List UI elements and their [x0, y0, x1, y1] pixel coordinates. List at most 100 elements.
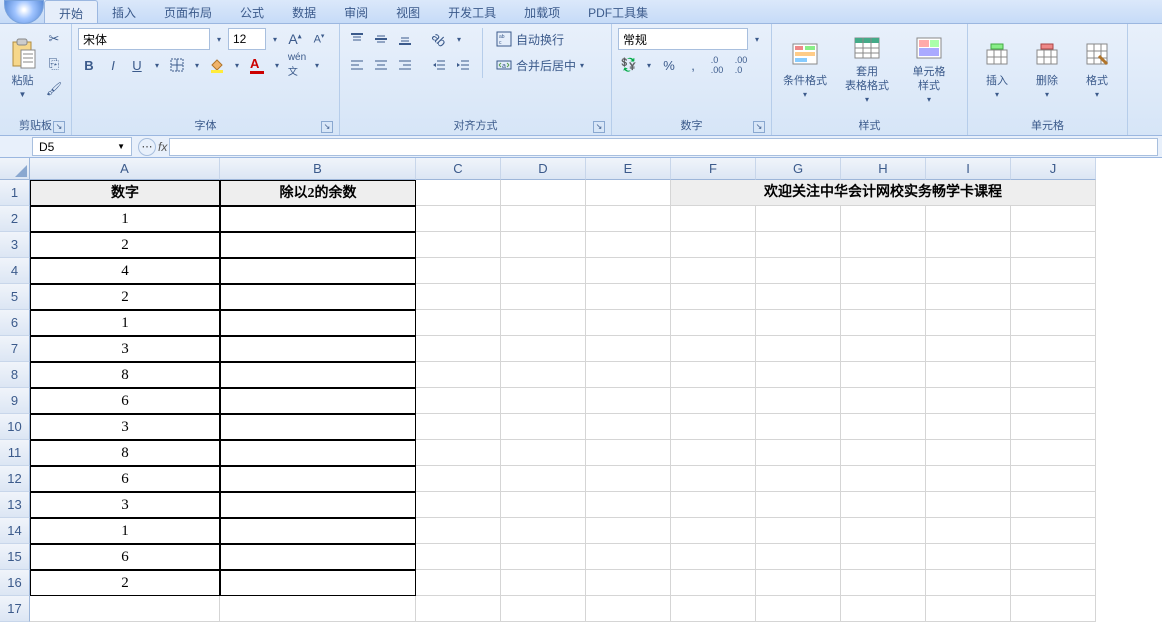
tab-view[interactable]: 视图: [382, 0, 434, 23]
cell[interactable]: [756, 518, 841, 544]
cell[interactable]: [1011, 336, 1096, 362]
italic-button[interactable]: I: [102, 54, 124, 76]
cell[interactable]: [501, 180, 586, 206]
cell[interactable]: [416, 388, 501, 414]
cell[interactable]: [926, 310, 1011, 336]
cell[interactable]: [416, 570, 501, 596]
row-header[interactable]: 2: [0, 206, 30, 232]
cell[interactable]: [220, 336, 416, 362]
row-header[interactable]: 11: [0, 440, 30, 466]
tab-pagelayout[interactable]: 页面布局: [150, 0, 226, 23]
cell[interactable]: [756, 544, 841, 570]
cell[interactable]: [841, 258, 926, 284]
align-middle-button[interactable]: [370, 28, 392, 50]
row-header[interactable]: 10: [0, 414, 30, 440]
tab-pdf[interactable]: PDF工具集: [574, 0, 662, 23]
cell[interactable]: [841, 596, 926, 622]
column-header[interactable]: A: [30, 158, 220, 180]
cell[interactable]: 1: [30, 518, 220, 544]
increase-indent-button[interactable]: [452, 54, 474, 76]
cell[interactable]: [501, 258, 586, 284]
dropdown-icon[interactable]: ▾: [150, 54, 164, 76]
cell[interactable]: 除以2的余数: [220, 180, 416, 206]
cell[interactable]: [841, 544, 926, 570]
cell[interactable]: [586, 232, 671, 258]
cell[interactable]: [501, 544, 586, 570]
align-bottom-button[interactable]: [394, 28, 416, 50]
column-header[interactable]: H: [841, 158, 926, 180]
cell[interactable]: [416, 310, 501, 336]
decrease-decimal-button[interactable]: .00.0: [730, 54, 752, 76]
cell[interactable]: [501, 206, 586, 232]
cell[interactable]: [756, 414, 841, 440]
shrink-font-button[interactable]: A▾: [308, 28, 330, 50]
cell[interactable]: [220, 388, 416, 414]
wrap-text-button[interactable]: abc 自动换行: [491, 28, 589, 50]
cell[interactable]: [756, 388, 841, 414]
cell[interactable]: [671, 310, 756, 336]
cell[interactable]: [586, 206, 671, 232]
cell[interactable]: [756, 336, 841, 362]
cell[interactable]: [1011, 388, 1096, 414]
cell[interactable]: [841, 362, 926, 388]
cell[interactable]: [416, 518, 501, 544]
dropdown-icon[interactable]: ▾: [642, 54, 656, 76]
cell-styles-button[interactable]: 单元格 样式▾: [902, 28, 956, 108]
cell[interactable]: [756, 440, 841, 466]
cell[interactable]: [671, 440, 756, 466]
grow-font-button[interactable]: A▴: [284, 28, 306, 50]
cell[interactable]: [756, 570, 841, 596]
delete-cells-button[interactable]: 删除▾: [1024, 28, 1070, 108]
cell[interactable]: [671, 388, 756, 414]
tab-developer[interactable]: 开发工具: [434, 0, 510, 23]
cell[interactable]: [671, 596, 756, 622]
cell[interactable]: [416, 492, 501, 518]
cell[interactable]: [841, 570, 926, 596]
cell[interactable]: 3: [30, 492, 220, 518]
row-header[interactable]: 16: [0, 570, 30, 596]
cell[interactable]: [1011, 466, 1096, 492]
cell[interactable]: [586, 518, 671, 544]
cell[interactable]: [926, 232, 1011, 258]
cell[interactable]: [671, 544, 756, 570]
column-header[interactable]: F: [671, 158, 756, 180]
tab-insert[interactable]: 插入: [98, 0, 150, 23]
cell[interactable]: [671, 492, 756, 518]
cell[interactable]: [586, 180, 671, 206]
cell[interactable]: [671, 206, 756, 232]
cell[interactable]: [671, 232, 756, 258]
accounting-format-button[interactable]: 💱: [618, 54, 640, 76]
format-table-button[interactable]: 套用 表格格式▾: [836, 28, 898, 108]
cell[interactable]: [756, 284, 841, 310]
cell[interactable]: [220, 414, 416, 440]
number-format-select[interactable]: [618, 28, 748, 50]
row-header[interactable]: 13: [0, 492, 30, 518]
cell[interactable]: [671, 362, 756, 388]
cell[interactable]: [586, 310, 671, 336]
cell[interactable]: [586, 544, 671, 570]
cell[interactable]: [756, 492, 841, 518]
row-header[interactable]: 12: [0, 466, 30, 492]
cell[interactable]: 8: [30, 362, 220, 388]
cell[interactable]: [220, 440, 416, 466]
row-header[interactable]: 17: [0, 596, 30, 622]
formula-bar[interactable]: [169, 138, 1158, 156]
cell[interactable]: [586, 258, 671, 284]
cell[interactable]: 3: [30, 336, 220, 362]
cell[interactable]: [926, 258, 1011, 284]
cell[interactable]: [926, 206, 1011, 232]
cell[interactable]: [220, 518, 416, 544]
row-header[interactable]: 14: [0, 518, 30, 544]
cell[interactable]: 6: [30, 466, 220, 492]
cell[interactable]: [586, 570, 671, 596]
cell[interactable]: [841, 466, 926, 492]
row-header[interactable]: 9: [0, 388, 30, 414]
fill-color-button[interactable]: [206, 54, 228, 76]
dropdown-icon[interactable]: ▾: [750, 28, 764, 50]
cell[interactable]: [926, 414, 1011, 440]
cell[interactable]: [926, 466, 1011, 492]
cell[interactable]: [416, 336, 501, 362]
font-color-button[interactable]: A: [246, 54, 268, 76]
column-header[interactable]: J: [1011, 158, 1096, 180]
increase-decimal-button[interactable]: .0.00: [706, 54, 728, 76]
